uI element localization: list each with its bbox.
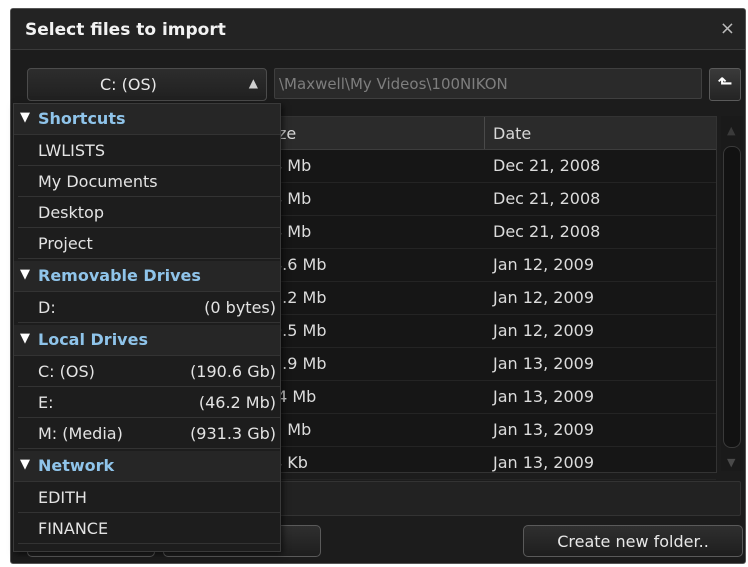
file-date: Jan 13, 2009 — [493, 420, 594, 439]
expand-triangle-icon: ▼ — [20, 110, 30, 125]
close-icon[interactable]: × — [720, 18, 735, 39]
file-date: Jan 13, 2009 — [493, 354, 594, 373]
chevron-up-icon: ▲ — [248, 76, 258, 90]
dropdown-item[interactable]: LWLISTS — [18, 135, 280, 166]
file-date: Dec 21, 2008 — [493, 156, 601, 175]
expand-triangle-icon: ▼ — [20, 457, 30, 472]
dropdown-item[interactable]: EDITH — [18, 482, 280, 513]
scroll-up-icon[interactable]: ▲ — [727, 124, 735, 137]
dropdown-section-title: Shortcuts — [38, 109, 126, 128]
file-date: Dec 21, 2008 — [493, 189, 601, 208]
folder-up-button[interactable]: ⬑ — [709, 68, 741, 101]
file-date: Jan 13, 2009 — [493, 387, 594, 406]
dropdown-section-title: Removable Drives — [38, 266, 201, 285]
drive-select-value: C: (OS) — [100, 75, 157, 94]
dropdown-item[interactable]: E: (46.2 Mb) — [18, 387, 280, 418]
dropdown-item-capacity: (931.3 Gb) — [190, 424, 276, 443]
expand-triangle-icon: ▼ — [20, 331, 30, 346]
dropdown-item-capacity: (46.2 Mb) — [198, 393, 276, 412]
dropdown-item[interactable]: Desktop — [18, 197, 280, 228]
file-date: Jan 12, 2009 — [493, 288, 594, 307]
vertical-scrollbar[interactable]: ▲ ▼ — [721, 116, 743, 471]
dropdown-item-capacity: (190.6 Gb) — [190, 362, 276, 381]
dropdown-item[interactable]: Project — [18, 228, 280, 259]
scroll-down-icon[interactable]: ▼ — [727, 456, 735, 469]
dropdown-section-header[interactable]: ▼ Network — [14, 451, 280, 482]
dropdown-item-name: D: — [38, 298, 56, 317]
file-date: Jan 13, 2009 — [493, 453, 594, 472]
dialog-title: Select files to import — [25, 20, 226, 40]
file-date: Jan 12, 2009 — [493, 255, 594, 274]
dropdown-item-name: EDITH — [38, 488, 87, 507]
dropdown-item[interactable]: D: (0 bytes) — [18, 292, 280, 323]
file-date: Jan 12, 2009 — [493, 321, 594, 340]
dropdown-item-name: Project — [38, 234, 93, 253]
scroll-track[interactable] — [723, 146, 741, 448]
dropdown-item-capacity: (0 bytes) — [204, 298, 276, 317]
dropdown-item[interactable]: M: (Media) (931.3 Gb) — [18, 418, 280, 449]
drive-dropdown: ▼ Shortcuts LWLISTS My Documents Desktop Proj… — [13, 103, 281, 552]
dropdown-section-header[interactable]: ▼ Local Drives — [14, 325, 280, 356]
dropdown-item[interactable]: My Documents — [18, 166, 280, 197]
dropdown-item-name: LWLISTS — [38, 141, 105, 160]
dropdown-item-name: FINANCE — [38, 519, 109, 538]
path-field[interactable]: \Maxwell\My Videos\100NIKON — [274, 68, 702, 99]
column-divider[interactable] — [484, 117, 485, 149]
column-header-date[interactable]: Date — [493, 124, 531, 143]
dropdown-item-name: C: (OS) — [38, 362, 95, 381]
expand-triangle-icon: ▼ — [20, 267, 30, 282]
dropdown-section-title: Network — [38, 456, 115, 475]
dropdown-item-name: E: — [38, 393, 54, 412]
dropdown-section-title: Local Drives — [38, 330, 148, 349]
dropdown-section-header[interactable]: ▼ Shortcuts — [14, 104, 280, 135]
file-date: Dec 21, 2008 — [493, 222, 601, 241]
dropdown-section-header[interactable]: ▼ Removable Drives — [14, 261, 280, 292]
dropdown-item[interactable]: FINANCE — [18, 513, 280, 544]
dropdown-item-name: M: (Media) — [38, 424, 123, 443]
dropdown-item-name: My Documents — [38, 172, 158, 191]
dropdown-item[interactable]: C: (OS) (190.6 Gb) — [18, 356, 280, 387]
title-bar: Select files to import × — [11, 9, 745, 50]
create-new-folder-button[interactable]: Create new folder.. — [523, 525, 743, 557]
dropdown-item-name: Desktop — [38, 203, 104, 222]
folder-up-icon: ⬑ — [717, 73, 733, 94]
drive-select[interactable]: C: (OS) ▲ — [27, 68, 267, 101]
